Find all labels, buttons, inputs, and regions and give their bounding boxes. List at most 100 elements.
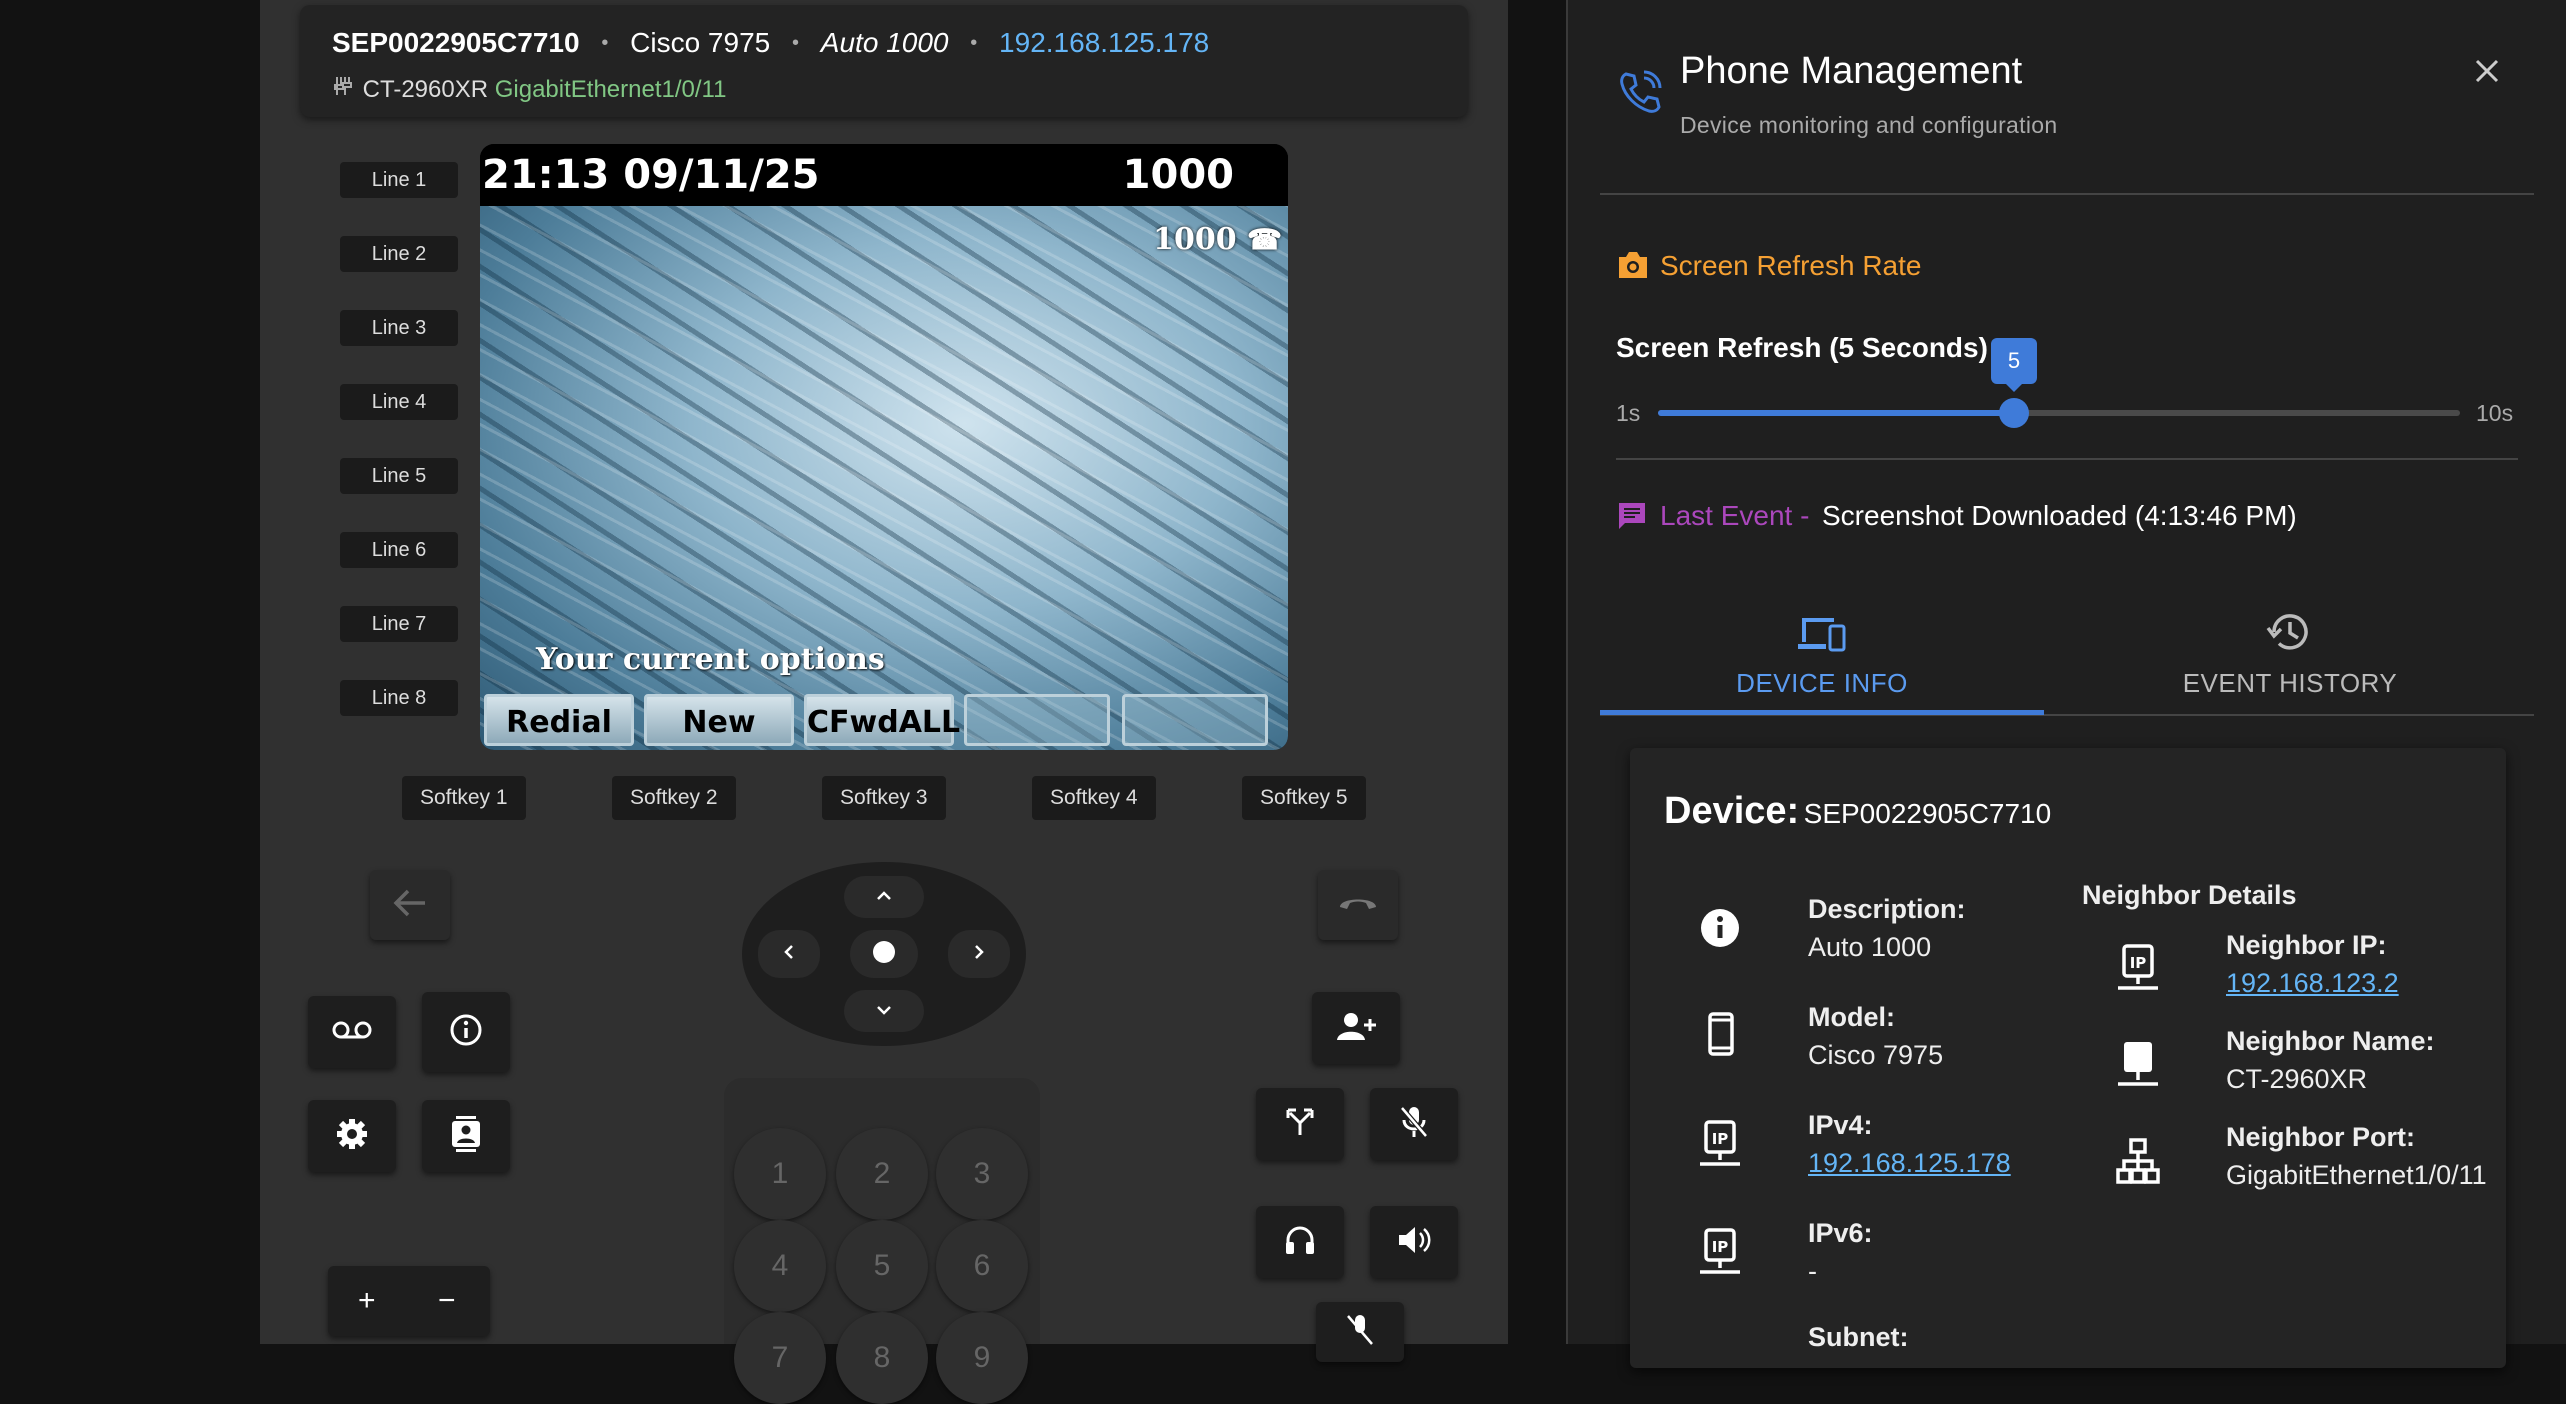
speaker-icon bbox=[1397, 1225, 1431, 1260]
info-icon bbox=[449, 1013, 483, 1052]
device-header: SEP0022905C7710 • Cisco 7975 • Auto 1000… bbox=[300, 5, 1468, 117]
nav-up-button[interactable] bbox=[844, 876, 924, 918]
line-8-button[interactable]: Line 8 bbox=[340, 680, 458, 716]
svg-text:IP: IP bbox=[1712, 1130, 1729, 1148]
voicemail-icon bbox=[332, 1020, 372, 1045]
slider-min-label: 1s bbox=[1616, 400, 1641, 426]
softkey-4-button[interactable]: Softkey 4 bbox=[1032, 776, 1156, 820]
key-9[interactable]: 9 bbox=[936, 1312, 1028, 1404]
screen-time: 21:13 09/11/25 bbox=[482, 152, 820, 198]
softkey-3-button[interactable]: Softkey 3 bbox=[822, 776, 946, 820]
line-4-button[interactable]: Line 4 bbox=[340, 384, 458, 420]
switch-port: GigabitEthernet1/0/11 bbox=[494, 76, 727, 103]
refresh-label: Screen Refresh (5 Seconds) bbox=[1616, 332, 1988, 363]
mic-off-icon bbox=[1345, 1313, 1375, 1352]
tab-device-info[interactable]: DEVICE INFO bbox=[1600, 600, 2044, 716]
neighbor-port-value: GigabitEthernet1/0/11 bbox=[2226, 1160, 2487, 1190]
history-icon bbox=[2266, 610, 2312, 659]
back-button[interactable] bbox=[370, 870, 450, 940]
mic-off-icon bbox=[1399, 1105, 1429, 1144]
softkey-5-button[interactable]: Softkey 5 bbox=[1242, 776, 1366, 820]
neighbor-name-label: Neighbor Name: bbox=[2226, 1026, 2435, 1056]
line-5-button[interactable]: Line 5 bbox=[340, 458, 458, 494]
screen-status-bar: 21:13 09/11/25 1000 bbox=[480, 144, 1288, 206]
key-5[interactable]: 5 bbox=[836, 1220, 928, 1312]
transfer-button[interactable] bbox=[1256, 1088, 1344, 1160]
ipv6-label: IPv6: bbox=[1808, 1218, 1873, 1248]
network-topology-icon bbox=[2116, 1138, 2160, 1189]
tab-event-history-label: EVENT HISTORY bbox=[2182, 668, 2398, 698]
volume-control: + − bbox=[328, 1266, 490, 1336]
softkey-2-button[interactable]: Softkey 2 bbox=[612, 776, 736, 820]
ipv6-value: - bbox=[1808, 1256, 1817, 1286]
volume-down-button[interactable]: − bbox=[438, 1284, 456, 1318]
device-name: SEP0022905C7710 bbox=[332, 27, 580, 58]
nav-right-button[interactable] bbox=[948, 930, 1010, 978]
screen-softkey-1: Redial bbox=[484, 694, 634, 746]
key-3[interactable]: 3 bbox=[936, 1128, 1028, 1220]
screen-softkey-5 bbox=[1122, 694, 1268, 746]
line-1-button[interactable]: Line 1 bbox=[340, 162, 458, 198]
mute-button-secondary[interactable] bbox=[1316, 1302, 1404, 1362]
slider-thumb[interactable] bbox=[1999, 398, 2029, 428]
hang-up-icon bbox=[1336, 893, 1380, 918]
slider-fill bbox=[1658, 410, 2014, 416]
speaker-button[interactable] bbox=[1370, 1206, 1458, 1278]
key-1[interactable]: 1 bbox=[734, 1128, 826, 1220]
key-7[interactable]: 7 bbox=[734, 1312, 826, 1404]
slider-max-label: 10s bbox=[2476, 400, 2514, 426]
screen-softkey-3: CFwdALL bbox=[804, 694, 960, 746]
neighbor-details-title: Neighbor Details bbox=[2082, 880, 2297, 910]
headset-button[interactable] bbox=[1256, 1206, 1344, 1278]
key-8[interactable]: 8 bbox=[836, 1312, 928, 1404]
device-model: Cisco 7975 bbox=[630, 27, 771, 58]
active-tab-indicator bbox=[1600, 710, 2044, 715]
nav-down-button[interactable] bbox=[844, 990, 924, 1032]
device-description: Auto 1000 bbox=[820, 27, 949, 58]
ip-network-icon: IP bbox=[1698, 1120, 1742, 1173]
computer-icon bbox=[2116, 1040, 2160, 1093]
softkey-1-button[interactable]: Softkey 1 bbox=[402, 776, 526, 820]
info-button[interactable] bbox=[422, 992, 510, 1072]
volume-up-button[interactable]: + bbox=[358, 1284, 376, 1318]
panel-title: Phone Management bbox=[1680, 50, 2023, 92]
phone-screen[interactable]: 21:13 09/11/25 1000 1000 ☎ Your current … bbox=[480, 144, 1288, 750]
chevron-up-icon bbox=[876, 888, 892, 906]
phone-in-talk-icon bbox=[1618, 70, 1662, 119]
ipv4-link[interactable]: 192.168.125.178 bbox=[1808, 1148, 2011, 1179]
subnet-label: Subnet: bbox=[1808, 1322, 1909, 1352]
info-icon bbox=[1700, 908, 1740, 953]
refresh-section-title: Screen Refresh Rate bbox=[1660, 250, 1922, 281]
gear-icon bbox=[335, 1117, 369, 1156]
navigation-pad bbox=[742, 862, 1026, 1046]
nav-select-button[interactable] bbox=[850, 930, 918, 978]
neighbor-port-label: Neighbor Port: bbox=[2226, 1122, 2415, 1152]
line-3-button[interactable]: Line 3 bbox=[340, 310, 458, 346]
refresh-slider[interactable]: 5 bbox=[1658, 338, 2460, 428]
screen-line-indicator: 1000 ☎ bbox=[1153, 222, 1282, 257]
line-2-button[interactable]: Line 2 bbox=[340, 236, 458, 272]
key-2[interactable]: 2 bbox=[836, 1128, 928, 1220]
end-call-button[interactable] bbox=[1318, 870, 1398, 940]
nav-left-button[interactable] bbox=[758, 930, 820, 978]
line-6-button[interactable]: Line 6 bbox=[340, 532, 458, 568]
line-7-button[interactable]: Line 7 bbox=[340, 606, 458, 642]
voicemail-button[interactable] bbox=[308, 996, 396, 1068]
model-label: Model: bbox=[1808, 1002, 1895, 1032]
directory-button[interactable] bbox=[422, 1100, 510, 1172]
device-info-card: Device: SEP0022905C7710 Description: Aut… bbox=[1630, 748, 2506, 1368]
conference-button[interactable] bbox=[1312, 992, 1400, 1064]
key-6[interactable]: 6 bbox=[936, 1220, 1028, 1312]
neighbor-ip-link[interactable]: 192.168.123.2 bbox=[2226, 968, 2399, 999]
mute-button[interactable] bbox=[1370, 1088, 1458, 1160]
settings-button[interactable] bbox=[308, 1100, 396, 1172]
model-value: Cisco 7975 bbox=[1808, 1040, 1944, 1070]
close-icon[interactable] bbox=[2474, 58, 2500, 89]
tab-event-history[interactable]: EVENT HISTORY bbox=[2068, 600, 2512, 716]
device-ip-link[interactable]: 192.168.125.178 bbox=[999, 27, 1209, 58]
key-4[interactable]: 4 bbox=[734, 1220, 826, 1312]
call-split-icon bbox=[1285, 1107, 1315, 1142]
description-label: Description: bbox=[1808, 894, 1966, 924]
contact-card-icon bbox=[450, 1115, 482, 1157]
description-value: Auto 1000 bbox=[1808, 932, 1932, 962]
